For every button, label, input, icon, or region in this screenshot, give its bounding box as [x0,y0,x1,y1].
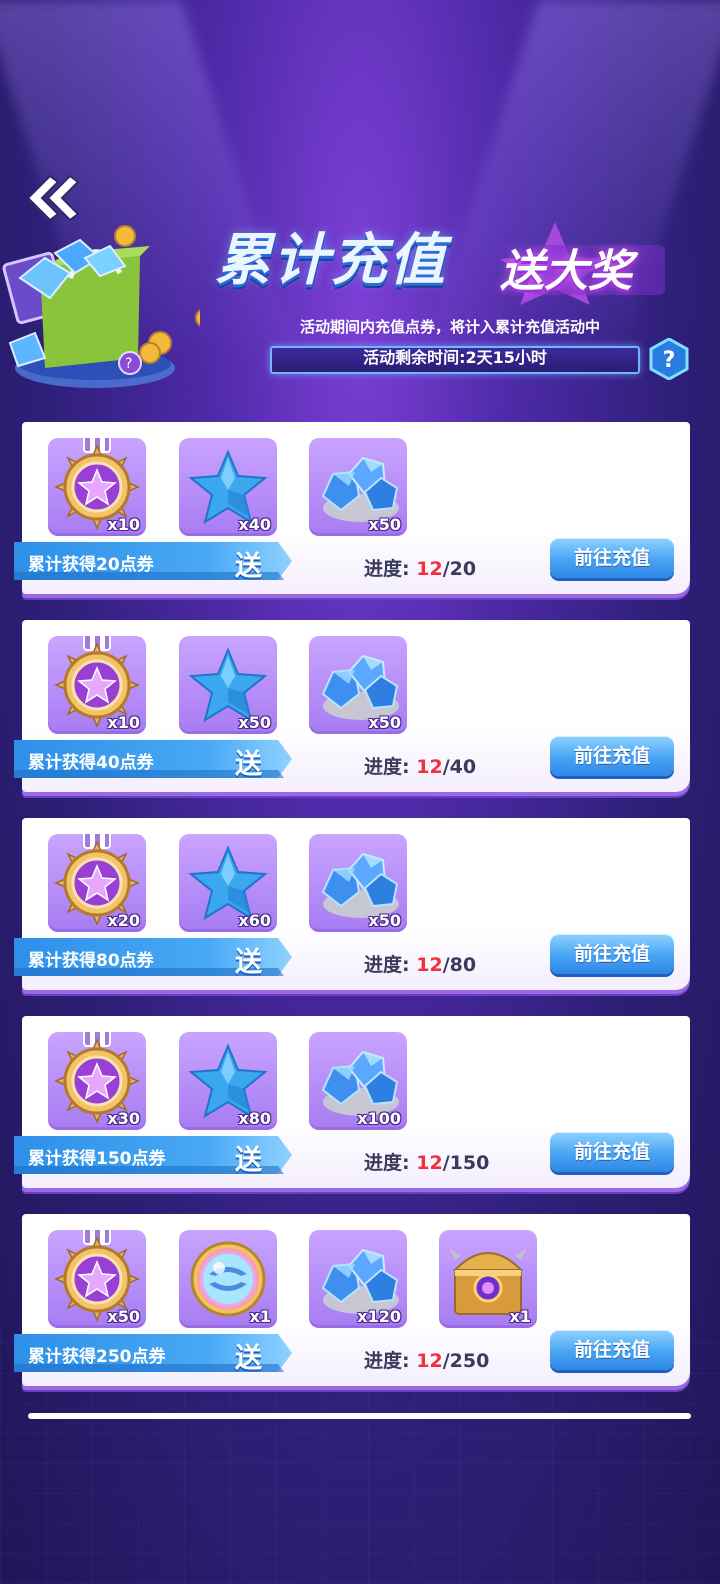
help-glyph: ? [663,348,676,373]
tier-progress: 进度: 12/80 [364,950,476,977]
countdown-value: 2天15小时 [465,348,547,367]
tier-threshold-label: 累计获得20点券 [28,555,154,575]
reward-item[interactable]: x80 [179,1032,277,1130]
reward-quantity: x1 [509,1307,531,1326]
tier-card-partial [28,1413,691,1419]
progress-total: /250 [442,1350,490,1372]
tier-progress: 进度: 12/40 [364,752,476,779]
tier-threshold-label: 累计获得40点券 [28,753,154,773]
countdown-label: 活动剩余时间: [363,348,466,367]
tier-threshold-label: 累计获得250点券 [28,1347,166,1367]
go-recharge-button[interactable]: 前往充值 [550,1330,674,1370]
reward-quantity: x120 [357,1307,401,1326]
tier-send-label: 送 [235,749,262,780]
reward-quantity: x10 [107,515,140,534]
reward-item[interactable]: x10 [48,636,146,734]
reward-item[interactable]: x40 [179,438,277,536]
tier-threshold-label: 累计获得80点券 [28,951,154,971]
tier-progress: 进度: 12/250 [364,1346,489,1373]
reward-item[interactable]: x20 [48,834,146,932]
progress-current: 12 [416,954,443,976]
tier-card: x20 x60 x50 累计获得80点券 送 进度: 12/80 前往充值 [14,818,690,990]
progress-total: /80 [442,954,477,976]
progress-label: 进度: [364,1350,410,1372]
event-title: 累计充值 送大奖 [215,205,675,305]
reward-quantity: x100 [357,1109,401,1128]
tier-card: x30 x80 x100 累计获得150点券 送 进度: 12/150 前往充值 [14,1016,690,1188]
countdown-bar: 活动剩余时间:2天15小时 [270,346,640,374]
reward-item[interactable]: x50 [309,636,407,734]
tier-card: x10 x50 x50 累计获得40点券 送 进度: 12/40 前往充值 [14,620,690,792]
progress-total: /150 [442,1152,490,1174]
tier-send-label: 送 [235,1145,262,1176]
go-recharge-button[interactable]: 前往充值 [550,736,674,776]
reward-quantity: x50 [238,713,271,732]
event-description: 活动期间内充值点券，将计入累计充值活动中 [300,318,601,336]
title-main: 累计充值 [215,228,447,293]
go-recharge-button[interactable]: 前往充值 [550,934,674,974]
progress-label: 进度: [364,1152,410,1174]
tier-threshold-label: 累计获得150点券 [28,1149,166,1169]
help-button[interactable]: ? [649,337,689,381]
title-sub: 送大奖 [500,246,632,297]
progress-label: 进度: [364,954,410,976]
reward-item[interactable]: x60 [179,834,277,932]
reward-item[interactable]: x30 [48,1032,146,1130]
progress-current: 12 [416,1152,443,1174]
progress-label: 进度: [364,558,410,580]
progress-current: 12 [416,756,443,778]
countdown-text: 活动剩余时间:2天15小时 [272,348,638,368]
reward-quantity: x50 [368,911,401,930]
progress-label: 进度: [364,756,410,778]
progress-total: /40 [442,756,477,778]
tier-send-label: 送 [235,947,262,978]
progress-total: /20 [442,558,477,580]
go-recharge-button[interactable]: 前往充值 [550,1132,674,1172]
reward-quantity: x60 [238,911,271,930]
tier-send-label: 送 [235,1343,262,1374]
reward-item[interactable]: x10 [48,438,146,536]
reward-item[interactable]: x100 [309,1032,407,1130]
help-hexagon-icon: ? [649,337,689,381]
reward-quantity: x50 [368,515,401,534]
tier-card: x50 x1 x120 x1 累计获得250点券 送 进度: 12/250 前往充值 [14,1214,690,1386]
tier-progress: 进度: 12/20 [364,554,476,581]
reward-item[interactable]: x50 [309,834,407,932]
reward-quantity: x50 [107,1307,140,1326]
reward-item[interactable]: x1 [439,1230,537,1328]
progress-current: 12 [416,558,443,580]
reward-quantity: x10 [107,713,140,732]
reward-item[interactable]: x50 [48,1230,146,1328]
svg-text:?: ? [125,356,132,372]
go-recharge-button[interactable]: 前往充值 [550,538,674,578]
tier-card: x10 x40 x50 累计获得20点券 送 进度: 12/20 前往充值 [14,422,690,594]
reward-quantity: x40 [238,515,271,534]
tier-progress: 进度: 12/150 [364,1148,489,1175]
reward-item[interactable]: x1 [179,1230,277,1328]
reward-quantity: x80 [238,1109,271,1128]
tier-send-label: 送 [235,551,262,582]
reward-item[interactable]: x50 [179,636,277,734]
reward-quantity: x20 [107,911,140,930]
reward-quantity: x50 [368,713,401,732]
reward-item[interactable]: x50 [309,438,407,536]
gift-bag-illustration: ? [0,218,215,408]
reward-quantity: x1 [249,1307,271,1326]
reward-item[interactable]: x120 [309,1230,407,1328]
reward-quantity: x30 [107,1109,140,1128]
progress-current: 12 [416,1350,443,1372]
